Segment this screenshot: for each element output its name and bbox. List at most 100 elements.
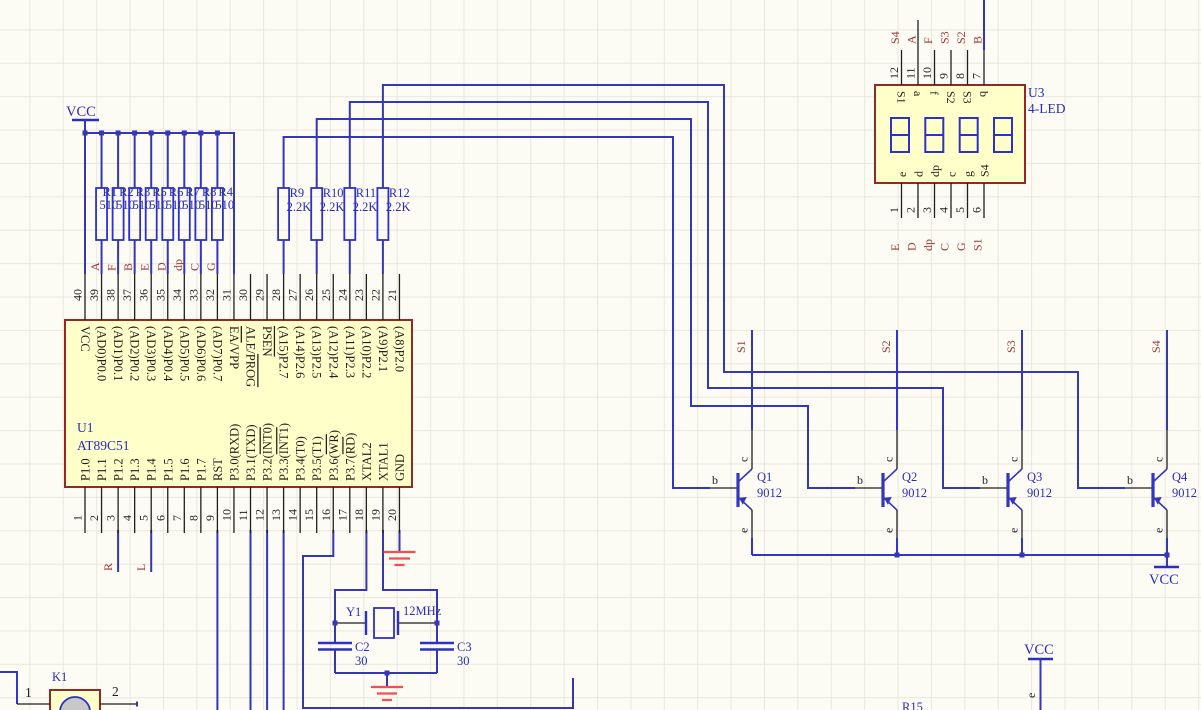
resistor-r10[interactable]: [311, 188, 322, 240]
net-label: S4: [888, 31, 902, 44]
q-collector-diag[interactable]: [738, 469, 752, 482]
junction-dot: [182, 131, 187, 136]
junction-dot: [435, 621, 440, 626]
q-collector-diag[interactable]: [1153, 469, 1167, 482]
schematic-page: { "colors":{"wire":"#3436bb","symbol":"#…: [0, 0, 1201, 710]
pin-number: 32: [203, 289, 217, 301]
pin-number: 35: [153, 289, 167, 301]
pin-name: VCC: [78, 326, 92, 352]
pin-name: P1.4: [145, 458, 159, 481]
junction-dot: [149, 131, 154, 136]
crystal-ref: Y1: [346, 605, 361, 619]
net-label: F: [921, 37, 935, 44]
pin-number: 8: [953, 73, 967, 79]
pin-name: P3.2(INT0): [261, 423, 275, 481]
pin-name: (AD0)P0.0: [95, 326, 109, 381]
pin-name: P1.0: [79, 458, 93, 481]
net-label: S1: [971, 238, 985, 251]
pin-name: P1.5: [161, 458, 175, 481]
q-e-label: e: [882, 528, 896, 533]
pin-name: (A14)P2.6: [293, 326, 307, 378]
wire-k1-left[interactable]: [0, 672, 17, 704]
pin-name: f: [928, 91, 942, 95]
resistor-value: 510: [215, 198, 234, 212]
q-ref: Q3: [1027, 470, 1042, 484]
pin-name: c: [945, 172, 959, 177]
net-label: E: [888, 244, 902, 251]
pin-number: 26: [302, 289, 316, 301]
c3-capacitor-symbol[interactable]: [420, 643, 454, 650]
u1-part: AT89C51: [77, 438, 130, 453]
pin-number: 1: [71, 515, 85, 521]
resistor-r12[interactable]: [377, 188, 388, 240]
u1-designator: U1: [77, 420, 94, 435]
pin-name: (AD3)P0.3: [144, 326, 158, 381]
pin-number: 12: [253, 509, 267, 521]
c3-value: 30: [457, 654, 470, 668]
q-ref: Q4: [1172, 470, 1188, 484]
pin-name: dp: [928, 165, 942, 177]
pin-number: 4: [937, 207, 951, 213]
pin-number: 10: [920, 67, 934, 79]
pin-name: P3.1(TXD): [244, 424, 258, 481]
crystal-symbol[interactable]: [374, 608, 394, 638]
net-label-r: R: [101, 563, 115, 571]
vcc-label-top: VCC: [66, 104, 96, 120]
net-label: D: [905, 242, 919, 251]
pin-name: (A13)P2.5: [310, 326, 324, 378]
pin-name: b: [977, 91, 991, 97]
q-ref: Q2: [902, 470, 917, 484]
q-collector-diag[interactable]: [883, 469, 897, 482]
pin-number: 24: [335, 289, 349, 301]
resistor-r11[interactable]: [344, 188, 355, 240]
pin-number: 7: [970, 73, 984, 79]
net-label: S3: [938, 31, 952, 44]
pin-name: P3.5(T1): [310, 436, 324, 481]
pin-number: 16: [319, 509, 333, 521]
c2-capacitor-symbol[interactable]: [318, 643, 352, 650]
pin-name: (AD6)P0.6: [194, 326, 208, 381]
pin-name: ALE/PROG: [244, 326, 258, 387]
pin-name: (A12)P2.4: [326, 326, 340, 379]
pin-name: PSEN: [260, 326, 274, 357]
pin-name: (A9)P2.1: [376, 326, 390, 372]
net-label: A: [88, 262, 102, 271]
pin-name: (A10)P2.2: [359, 326, 373, 378]
pin-number: 39: [87, 289, 101, 301]
wire-emitter-rail[interactable]: [752, 555, 1167, 567]
pin-number: 19: [368, 509, 382, 521]
junction-dot: [165, 131, 170, 136]
pin-number: 4: [120, 515, 134, 521]
pin-number: 25: [319, 289, 333, 301]
q-part: 9012: [757, 486, 782, 500]
pin-number: 17: [335, 509, 349, 521]
net-label: S2: [879, 340, 893, 353]
q-b-label: b: [712, 473, 718, 487]
resistor-r9[interactable]: [278, 188, 289, 240]
pin-name: P1.6: [178, 458, 192, 481]
net-label: A: [905, 35, 919, 44]
pin-number: 2: [87, 515, 101, 521]
q-c-label: c: [1007, 457, 1021, 462]
pin-name: EA/VPP: [227, 326, 241, 369]
junction-dot: [132, 131, 137, 136]
pin-name: S3: [961, 91, 975, 104]
pin-number: 20: [385, 509, 399, 521]
q5-emitter-label: e: [1024, 693, 1038, 698]
pin-number: 5: [137, 515, 151, 521]
pin-number: 10: [219, 509, 233, 521]
pin-number: 3: [104, 515, 118, 521]
net-label: S2: [954, 31, 968, 44]
junction-dot: [116, 131, 121, 136]
pin-number: 1: [887, 207, 901, 213]
junction-dot: [385, 671, 390, 676]
ground-symbol-crystal: [371, 687, 403, 700]
pin-number: 3: [920, 207, 934, 213]
pin-number: 9: [937, 73, 951, 79]
schematic-canvas: VCC VCC VCC U1 AT89C51 U3 4-LED Y1 12MHz…: [0, 0, 1201, 710]
q-collector-diag[interactable]: [1008, 469, 1022, 482]
pin-number: 34: [170, 289, 184, 301]
net-label: G: [954, 242, 968, 251]
pin-number: 6: [153, 515, 167, 521]
vcc-label-right: VCC: [1149, 572, 1179, 588]
